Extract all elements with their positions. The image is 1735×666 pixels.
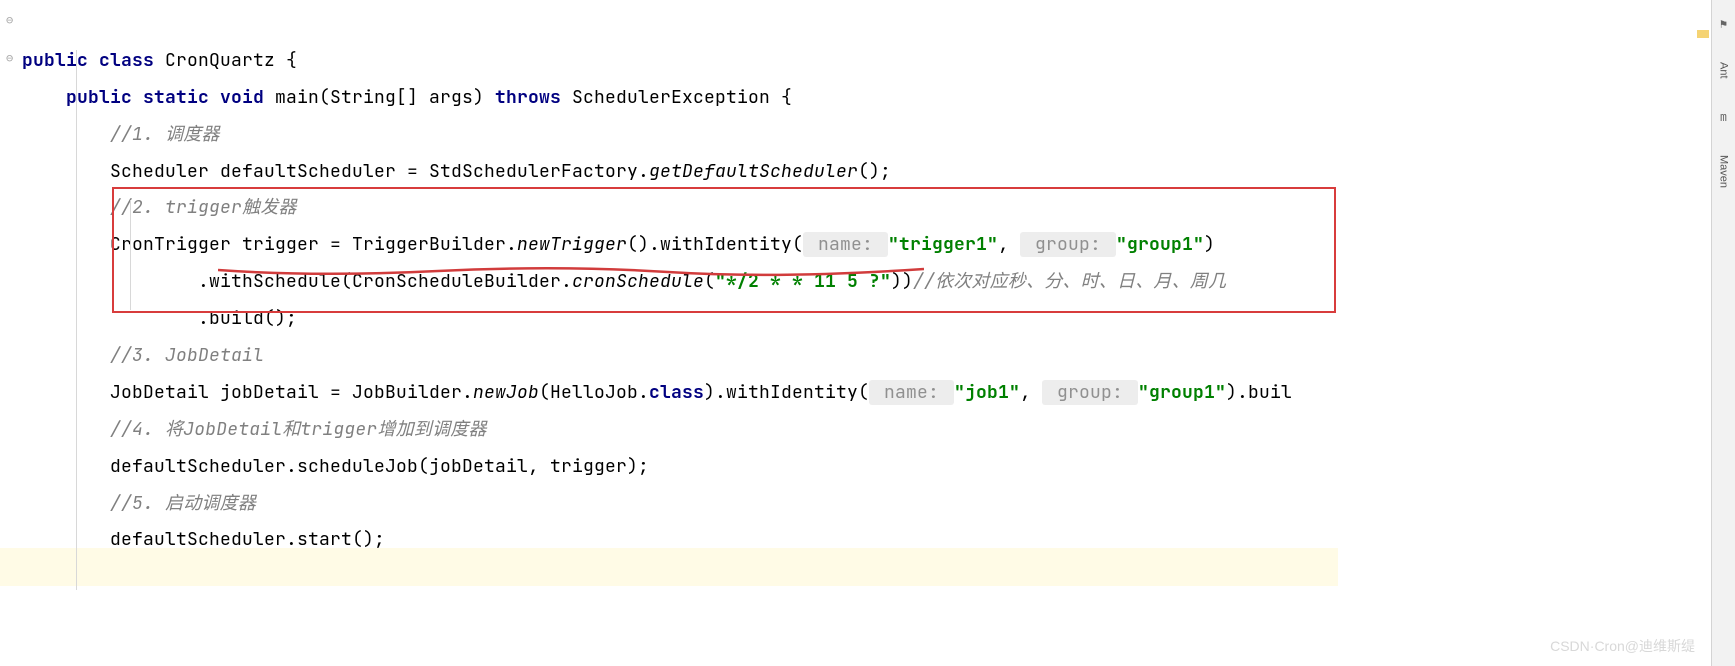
method-name: main <box>275 86 319 109</box>
fold-icon[interactable]: ⊖ <box>6 50 13 66</box>
param-hint: group: <box>1020 232 1116 257</box>
code-text: ( <box>704 270 715 293</box>
code-text: ) <box>1204 233 1215 256</box>
indent-guide <box>130 200 131 310</box>
param-hint: name: <box>869 380 954 405</box>
static-method: newJob <box>473 381 539 404</box>
fold-icon[interactable]: ⊖ <box>6 12 13 28</box>
keyword: public class <box>22 49 154 72</box>
code-line: CronTrigger trigger = TriggerBuilder. <box>110 233 517 256</box>
string-literal: "*/2 * * 11 5 ?" <box>715 270 891 293</box>
indent-guide <box>76 50 77 590</box>
comment: //2. trigger触发器 <box>110 196 297 219</box>
sidebar-tab-ant[interactable]: Ant <box>1718 62 1730 79</box>
static-method: cronSchedule <box>572 270 704 293</box>
code-line: defaultScheduler.scheduleJob(jobDetail, … <box>110 455 649 478</box>
code-text: )) <box>891 270 913 293</box>
code-editor[interactable]: public class CronQuartz { public static … <box>0 0 1735 559</box>
code-text: (); <box>858 160 891 183</box>
code-line: JobDetail jobDetail = JobBuilder. <box>110 381 473 404</box>
code-text: , <box>1020 381 1042 404</box>
comment: //5. 启动调度器 <box>110 492 256 515</box>
code-line: defaultScheduler.start(); <box>110 528 385 551</box>
sidebar-tab-maven[interactable]: Maven <box>1718 155 1730 188</box>
watermark: CSDN·Cron@迪维斯缇 <box>1550 636 1695 656</box>
param-hint: group: <box>1042 380 1138 405</box>
comment: //依次对应秒、分、时、日、月、周几 <box>913 270 1226 293</box>
exception-type: SchedulerException <box>572 86 770 109</box>
code-text: (HelloJob. <box>539 381 649 404</box>
code-text: ).buil <box>1226 381 1292 404</box>
class-name: CronQuartz <box>165 49 275 72</box>
params: (String[] args) <box>319 86 484 109</box>
comment: //4. 将JobDetail和trigger增加到调度器 <box>110 418 487 441</box>
maven-icon[interactable]: m <box>1720 109 1727 125</box>
static-method: newTrigger <box>517 233 627 256</box>
code-line: Scheduler defaultScheduler = StdSchedule… <box>110 160 649 183</box>
code-line: .withSchedule(CronScheduleBuilder. <box>198 270 572 293</box>
string-literal: "group1" <box>1116 233 1204 256</box>
string-literal: "trigger1" <box>888 233 998 256</box>
code-text: , <box>998 233 1020 256</box>
ant-icon[interactable]: ⚑ <box>1720 16 1727 32</box>
code-text: ).withIdentity( <box>704 381 869 404</box>
param-hint: name: <box>803 232 888 257</box>
code-text: ().withIdentity( <box>627 233 803 256</box>
warning-marker[interactable] <box>1697 30 1709 38</box>
keyword: throws <box>495 86 561 109</box>
keyword: class <box>649 381 704 404</box>
code-line: .build(); <box>198 307 297 330</box>
comment: //3. JobDetail <box>110 344 264 367</box>
string-literal: "group1" <box>1138 381 1226 404</box>
comment: //1. 调度器 <box>110 123 220 146</box>
editor-gutter: ⊖ ⊖ <box>0 0 20 666</box>
right-tool-sidebar: ⚑ Ant m Maven <box>1711 0 1735 666</box>
string-literal: "job1" <box>954 381 1020 404</box>
static-method: getDefaultScheduler <box>649 160 858 183</box>
keyword: public static void <box>66 86 264 109</box>
